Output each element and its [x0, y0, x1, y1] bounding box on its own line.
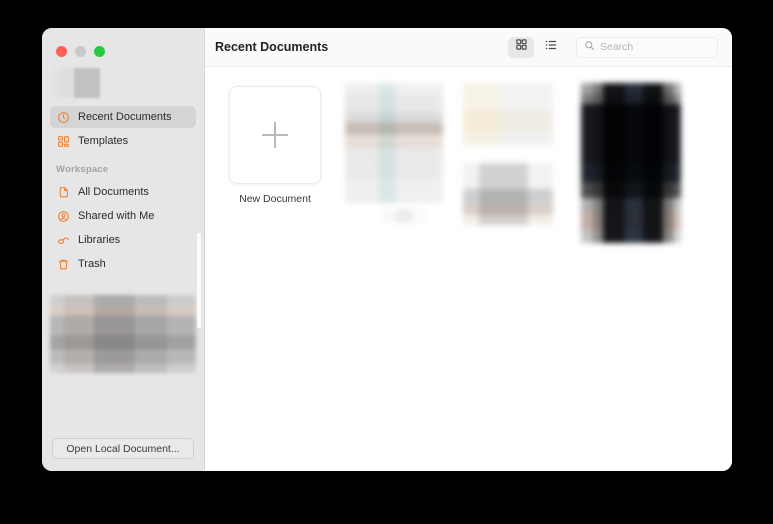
new-document-label: New Document — [239, 193, 311, 205]
minimize-window-button[interactable] — [75, 45, 86, 57]
open-local-document-button[interactable]: Open Local Document... — [52, 438, 194, 459]
account-row-redacted[interactable] — [52, 68, 194, 98]
sidebar-workspace-list: All Documents Shared with Me Libraries T… — [42, 179, 204, 277]
sidebar-item-label: Shared with Me — [78, 210, 155, 222]
sidebar-item-all-documents[interactable]: All Documents — [50, 181, 196, 203]
sidebar-item-recent-documents[interactable]: Recent Documents — [50, 106, 196, 128]
app-window: Recent Documents Templates Workspace All… — [42, 28, 732, 471]
sidebar-item-label: Libraries — [78, 234, 121, 246]
document-thumbnail-2[interactable] — [463, 83, 559, 225]
search-icon — [584, 38, 595, 56]
documents-icon — [56, 185, 70, 199]
document-preview-redacted — [463, 83, 553, 145]
document-preview-redacted — [345, 83, 443, 203]
sidebar-item-libraries[interactable]: Libraries — [50, 229, 196, 251]
list-icon — [544, 38, 558, 57]
search-field[interactable]: Search — [576, 36, 718, 58]
sidebar-primary-list: Recent Documents Templates — [42, 104, 204, 154]
page-title: Recent Documents — [215, 40, 329, 54]
person-circle-icon — [56, 209, 70, 223]
documents-grid: New Document — [227, 83, 732, 243]
plus-icon — [262, 122, 288, 148]
document-preview-redacted-2 — [463, 163, 553, 225]
document-preview-redacted — [581, 83, 681, 243]
templates-grid-icon — [56, 134, 70, 148]
grid-view-button[interactable] — [508, 36, 534, 58]
document-thumbnail-1[interactable] — [345, 83, 443, 223]
toolbar: Recent Documents Search — [205, 28, 732, 67]
sidebar-item-templates[interactable]: Templates — [50, 130, 196, 152]
view-toggle-group — [508, 36, 564, 58]
new-document-card[interactable] — [229, 86, 321, 184]
trash-icon — [56, 257, 70, 271]
sidebar-preview-redacted — [50, 295, 196, 373]
sidebar-item-label: Recent Documents — [78, 111, 172, 123]
close-window-button[interactable] — [56, 45, 67, 57]
books-icon — [56, 233, 70, 247]
sidebar-item-shared-with-me[interactable]: Shared with Me — [50, 205, 196, 227]
clock-icon — [56, 110, 70, 124]
document-title-redacted — [383, 209, 427, 223]
sidebar-item-trash[interactable]: Trash — [50, 253, 196, 275]
sidebar: Recent Documents Templates Workspace All… — [42, 28, 205, 471]
new-document-cell[interactable]: New Document — [227, 83, 323, 205]
search-placeholder: Search — [600, 41, 634, 53]
sidebar-scrollbar[interactable] — [197, 233, 201, 328]
documents-grid-area: New Document — [205, 67, 732, 471]
grid-icon — [515, 38, 528, 56]
sidebar-item-label: Templates — [78, 135, 129, 147]
maximize-window-button[interactable] — [94, 45, 105, 57]
main-panel: Recent Documents Search New Document — [205, 28, 732, 471]
sidebar-item-label: Trash — [78, 258, 106, 270]
window-controls — [42, 28, 204, 60]
document-thumbnail-3[interactable] — [581, 83, 681, 243]
list-view-button[interactable] — [538, 37, 564, 58]
sidebar-footer: Open Local Document... — [42, 428, 204, 471]
sidebar-group-title: Workspace — [56, 164, 109, 175]
sidebar-item-label: All Documents — [78, 186, 149, 198]
